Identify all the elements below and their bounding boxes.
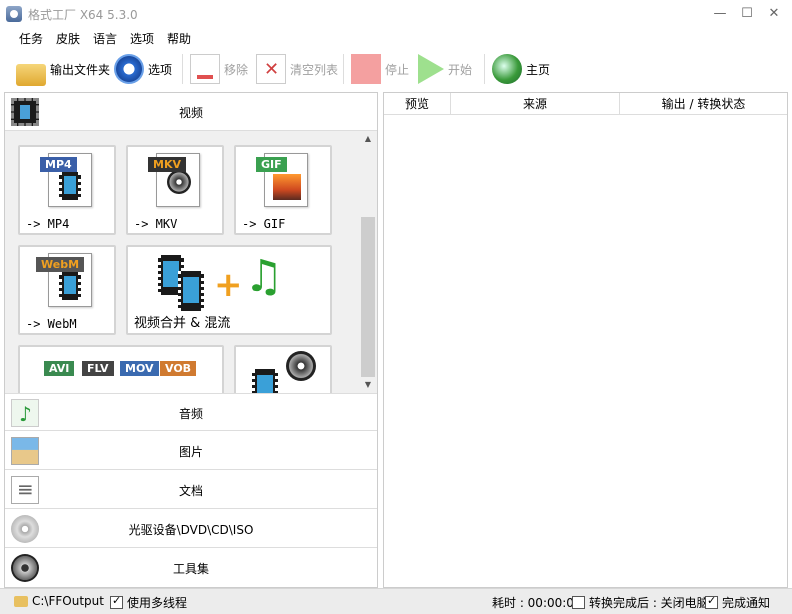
toolbar-separator (182, 54, 183, 84)
column-source[interactable]: 来源 (451, 93, 620, 115)
globe-icon (492, 54, 522, 84)
tile-webm[interactable]: WebM -> WebM (18, 245, 116, 335)
category-video[interactable]: 视频 (5, 93, 377, 131)
tile-mp4[interactable]: MP4 -> MP4 (18, 145, 116, 235)
menu-help[interactable]: 帮助 (167, 30, 191, 47)
scroll-up-arrow[interactable]: ▲ (359, 131, 377, 147)
film-strip-icon (59, 272, 81, 300)
tile-gif[interactable]: GIF -> GIF (234, 145, 332, 235)
output-folder-button[interactable]: 输出文件夹 (16, 52, 110, 86)
toolbar: 输出文件夹 选项 移除 清空列表 停止 开始 主页 (0, 48, 792, 90)
tile-video-merge[interactable]: + ♫ 视频合并 & 混流 (126, 245, 332, 335)
music-note-icon: ♫ (244, 251, 284, 302)
home-button[interactable]: 主页 (492, 52, 550, 86)
category-panel: 视频 MP4 -> MP4 MKV -> MKV GIF -> GIF WebM… (4, 92, 378, 588)
multithread-checkbox[interactable]: 使用多线程 (110, 594, 187, 611)
notify-checkbox[interactable]: 完成通知 (705, 594, 770, 611)
menu-bar: 任务 皮肤 语言 选项 帮助 (0, 28, 792, 48)
document-remove-icon (190, 54, 220, 84)
toolbar-separator (343, 54, 344, 84)
column-preview[interactable]: 预览 (384, 93, 451, 115)
checkbox-checked-icon[interactable] (705, 594, 718, 609)
menu-skin[interactable]: 皮肤 (56, 30, 80, 47)
format-badge: FLV (82, 361, 114, 376)
category-tools[interactable]: 工具集 (5, 549, 377, 587)
play-icon (418, 54, 444, 84)
elapsed-time: 耗时 : 00:00:00 (492, 596, 582, 610)
options-button[interactable]: 选项 (114, 52, 172, 86)
category-audio[interactable]: 音频 (5, 393, 377, 431)
stop-button[interactable]: 停止 (351, 52, 409, 86)
toolbar-separator (484, 54, 485, 84)
format-badge: AVI (44, 361, 75, 376)
task-list[interactable]: 预览 来源 输出 / 转换状态 (383, 92, 788, 588)
film-strip-icon (178, 271, 204, 311)
remove-button[interactable]: 移除 (190, 52, 248, 86)
category-picture[interactable]: 图片 (5, 432, 377, 470)
film-strip-icon (252, 369, 278, 393)
film-strip-icon (59, 172, 81, 200)
format-badge: VOB (160, 361, 197, 376)
menu-options[interactable]: 选项 (130, 30, 154, 47)
film-reel-icon (167, 170, 191, 194)
checkbox-checked-icon[interactable] (110, 594, 123, 609)
after-done-checkbox[interactable]: 转换完成后 : 关闭电脑 (572, 594, 709, 611)
tile-video-tools[interactable] (234, 345, 332, 393)
menu-language[interactable]: 语言 (93, 30, 117, 47)
minimize-button[interactable]: — (708, 4, 732, 24)
stop-icon (351, 54, 381, 84)
close-button[interactable]: ✕ (762, 4, 786, 24)
category-optical-drive[interactable]: 光驱设备\DVD\CD\ISO (5, 510, 377, 548)
title-bar: 格式工厂 X64 5.3.0 — ☐ ✕ (0, 0, 792, 28)
gear-icon (114, 54, 144, 84)
window-title: 格式工厂 X64 5.3.0 (28, 8, 138, 22)
tile-mkv[interactable]: MKV -> MKV (126, 145, 224, 235)
clear-list-button[interactable]: 清空列表 (256, 52, 338, 86)
column-output-status[interactable]: 输出 / 转换状态 (620, 93, 787, 115)
category-document[interactable]: 文档 (5, 471, 377, 509)
tile-other-formats[interactable]: AVI FLV MOV VOB (18, 345, 224, 393)
sunset-image-icon (273, 174, 301, 200)
status-bar: C:\FFOutput 使用多线程 耗时 : 00:00:00 转换完成后 : … (0, 588, 792, 614)
menu-task[interactable]: 任务 (19, 30, 43, 47)
start-button[interactable]: 开始 (418, 52, 472, 86)
format-badge: MP4 (40, 157, 77, 172)
scrollbar-thumb[interactable] (361, 217, 375, 377)
folder-icon (14, 595, 28, 607)
plus-icon: + (214, 265, 243, 305)
folder-icon (16, 64, 46, 86)
app-icon (6, 6, 22, 22)
film-reel-icon (286, 351, 316, 381)
output-path[interactable]: C:\FFOutput (14, 594, 104, 608)
checkbox-unchecked-icon[interactable] (572, 596, 585, 609)
scroll-down-arrow[interactable]: ▼ (359, 377, 377, 393)
maximize-button[interactable]: ☐ (735, 4, 759, 24)
format-badge: MKV (148, 157, 186, 172)
format-badge: MOV (120, 361, 159, 376)
document-clear-icon (256, 54, 286, 84)
format-badge: GIF (256, 157, 287, 172)
format-badge: WebM (36, 257, 85, 272)
video-tiles-area: MP4 -> MP4 MKV -> MKV GIF -> GIF WebM ->… (5, 131, 377, 393)
vertical-scrollbar[interactable]: ▲ ▼ (359, 131, 377, 393)
